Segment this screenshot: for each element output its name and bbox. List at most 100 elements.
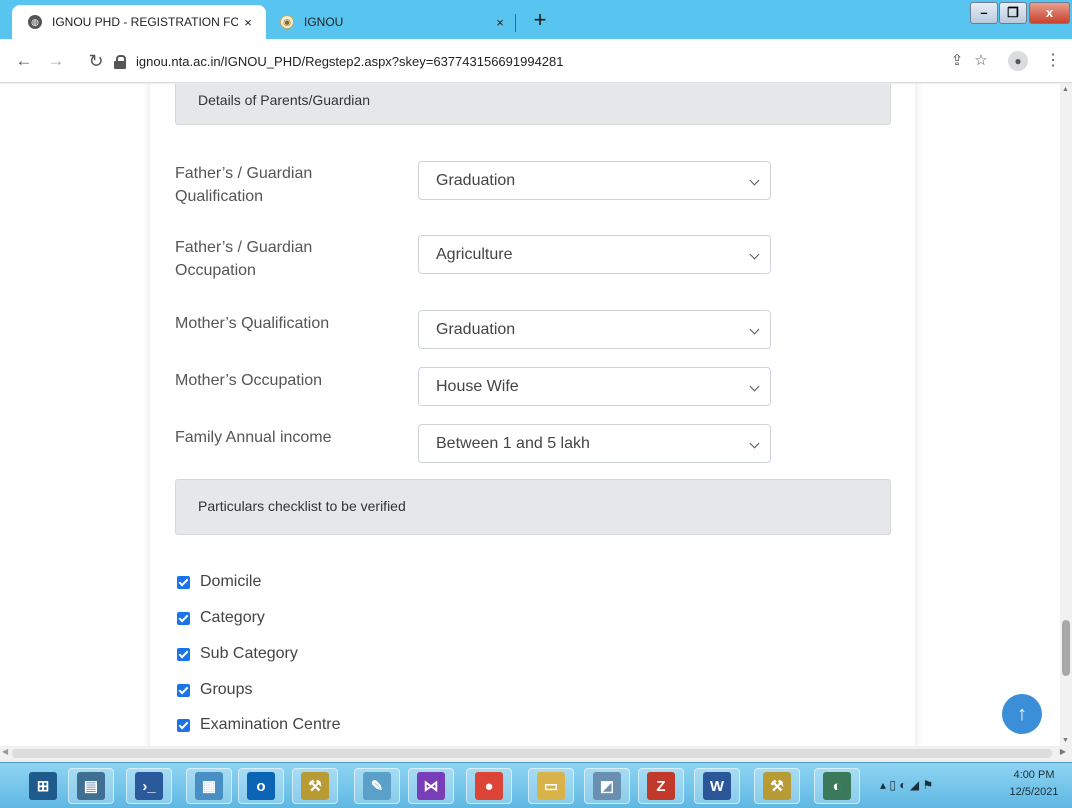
- lock-icon[interactable]: [114, 54, 126, 69]
- checkbox-examination-centre[interactable]: Examination Centre: [177, 716, 341, 734]
- close-window-button[interactable]: x: [1029, 2, 1070, 24]
- browser-toolbar: ← → ↻ ignou.nta.ac.in/IGNOU_PHD/Regstep2…: [0, 39, 1072, 83]
- system-tray[interactable]: ▴ ▯ ◐ ◢ ⚑: [880, 770, 1020, 800]
- tools-2-taskbar-icon[interactable]: ⚒: [754, 768, 800, 804]
- maximize-button[interactable]: ❐: [999, 2, 1027, 24]
- tools-icon: ⚒: [301, 772, 329, 800]
- menu-dots-icon[interactable]: ⋮: [1042, 49, 1064, 73]
- checkbox-label: Category: [200, 609, 265, 626]
- control-panel-taskbar-icon[interactable]: ▦: [186, 768, 232, 804]
- checkbox-domicile[interactable]: Domicile: [177, 573, 261, 591]
- chevron-down-icon: [749, 438, 760, 449]
- select-value: Agriculture: [436, 246, 513, 263]
- section-header-checklist: Particulars checklist to be verified: [175, 479, 891, 535]
- new-tab-button[interactable]: +: [527, 7, 553, 33]
- checkbox-checked-icon[interactable]: [177, 718, 190, 732]
- outlook-taskbar-icon[interactable]: o: [238, 768, 284, 804]
- start-button-icon: ⊞: [29, 772, 57, 800]
- checkbox-label: Groups: [200, 681, 253, 698]
- mother-occupation-select[interactable]: House Wife: [418, 367, 771, 406]
- system-clock[interactable]: 4:00 PM 12/5/2021: [1000, 767, 1068, 801]
- clock-date: 12/5/2021: [1009, 786, 1059, 798]
- paint-taskbar-icon[interactable]: ✎: [354, 768, 400, 804]
- horizontal-scrollbar[interactable]: ◀ ▶: [0, 746, 1072, 760]
- forward-arrow-icon[interactable]: →: [44, 49, 68, 73]
- paint-icon: ✎: [363, 772, 391, 800]
- scroll-up-arrow-icon[interactable]: ▲: [1062, 86, 1069, 93]
- notebook-taskbar-icon[interactable]: ◩: [584, 768, 630, 804]
- powershell-icon: ›_: [135, 772, 163, 800]
- tab-title: IGNOU PHD - REGISTRATION FO: [52, 15, 238, 29]
- start-button-taskbar-icon[interactable]: ⊞: [20, 768, 66, 804]
- share-icon[interactable]: ⇪: [946, 49, 968, 73]
- page-viewport: Details of Parents/Guardian Father’s / G…: [0, 84, 1060, 746]
- filezilla-taskbar-icon[interactable]: Z: [638, 768, 684, 804]
- family-income-label: Family Annual income: [175, 429, 332, 446]
- notebook-icon: ◩: [593, 772, 621, 800]
- server-manager-icon: ▤: [77, 772, 105, 800]
- scroll-right-arrow-icon[interactable]: ▶: [1060, 747, 1066, 756]
- tab-ignou[interactable]: ◉ IGNOU ×: [270, 5, 518, 39]
- mother-occupation-label: Mother’s Occupation: [175, 372, 323, 389]
- tab-close-icon[interactable]: ×: [238, 15, 258, 30]
- family-income-select[interactable]: Between 1 and 5 lakh: [418, 424, 771, 463]
- filezilla-icon: Z: [647, 772, 675, 800]
- select-value: Between 1 and 5 lakh: [436, 435, 590, 452]
- father-occupation-select[interactable]: Agriculture: [418, 235, 771, 274]
- tab-strip: ◍ IGNOU PHD - REGISTRATION FO × ◉ IGNOU …: [0, 0, 1072, 39]
- powershell-taskbar-icon[interactable]: ›_: [126, 768, 172, 804]
- select-value: Graduation: [436, 321, 516, 338]
- network-icon: ◐: [823, 772, 851, 800]
- reload-icon[interactable]: ↻: [84, 49, 108, 73]
- checkbox-label: Examination Centre: [200, 716, 341, 733]
- minimize-button[interactable]: –: [970, 2, 998, 24]
- file-explorer-taskbar-icon[interactable]: ▭: [528, 768, 574, 804]
- father-occupation-label: Father’s / Guardian Occupation: [175, 239, 313, 279]
- address-bar[interactable]: ignou.nta.ac.in/IGNOU_PHD/Regstep2.aspx?…: [114, 47, 990, 75]
- network-taskbar-icon[interactable]: ◐: [814, 768, 860, 804]
- word-icon: W: [703, 772, 731, 800]
- back-arrow-icon[interactable]: ←: [12, 49, 36, 73]
- checkbox-label: Sub Category: [200, 645, 298, 662]
- profile-avatar-icon[interactable]: ●: [1008, 51, 1028, 71]
- chevron-down-icon: [749, 381, 760, 392]
- chrome-icon: ●: [475, 772, 503, 800]
- scroll-left-arrow-icon[interactable]: ◀: [2, 747, 8, 756]
- clock-time: 4:00 PM: [1013, 769, 1055, 781]
- checkbox-category[interactable]: Category: [177, 609, 265, 627]
- father-qualification-select[interactable]: Graduation: [418, 161, 771, 200]
- globe-icon: ◍: [28, 15, 42, 29]
- horizontal-scroll-thumb[interactable]: [12, 749, 1052, 758]
- tab-divider: [515, 14, 516, 32]
- vertical-scrollbar[interactable]: ▲ ▼: [1060, 84, 1072, 746]
- visual-studio-taskbar-icon[interactable]: ⋈: [408, 768, 454, 804]
- scroll-to-top-button[interactable]: ↑: [1002, 694, 1042, 734]
- checkbox-checked-icon[interactable]: [177, 647, 190, 661]
- tools-2-icon: ⚒: [763, 772, 791, 800]
- chrome-taskbar-icon[interactable]: ●: [466, 768, 512, 804]
- mother-qualification-select[interactable]: Graduation: [418, 310, 771, 349]
- scroll-down-arrow-icon[interactable]: ▼: [1062, 737, 1069, 744]
- checkbox-groups[interactable]: Groups: [177, 681, 252, 699]
- mother-qualification-label: Mother’s Qualification: [175, 315, 330, 332]
- url-text[interactable]: ignou.nta.ac.in/IGNOU_PHD/Regstep2.aspx?…: [136, 54, 564, 69]
- tab-ignou-phd-registration[interactable]: ◍ IGNOU PHD - REGISTRATION FO ×: [12, 5, 266, 39]
- father-qualification-label: Father’s / Guardian Qualification: [175, 165, 313, 205]
- select-value: House Wife: [436, 378, 519, 395]
- chevron-down-icon: [749, 249, 760, 260]
- bookmark-star-icon[interactable]: ☆: [970, 49, 992, 73]
- vertical-scroll-thumb[interactable]: [1062, 619, 1070, 676]
- checkbox-sub-category[interactable]: Sub Category: [177, 645, 298, 663]
- checkbox-checked-icon[interactable]: [177, 611, 190, 625]
- file-explorer-icon: ▭: [537, 772, 565, 800]
- word-taskbar-icon[interactable]: W: [694, 768, 740, 804]
- control-panel-icon: ▦: [195, 772, 223, 800]
- visual-studio-icon: ⋈: [417, 772, 445, 800]
- tools-taskbar-icon[interactable]: ⚒: [292, 768, 338, 804]
- checkbox-checked-icon[interactable]: [177, 683, 190, 697]
- ignou-logo-icon: ◉: [280, 15, 294, 29]
- server-manager-taskbar-icon[interactable]: ▤: [68, 768, 114, 804]
- tab-close-icon[interactable]: ×: [490, 15, 510, 30]
- select-value: Graduation: [436, 172, 516, 189]
- checkbox-checked-icon[interactable]: [177, 575, 190, 589]
